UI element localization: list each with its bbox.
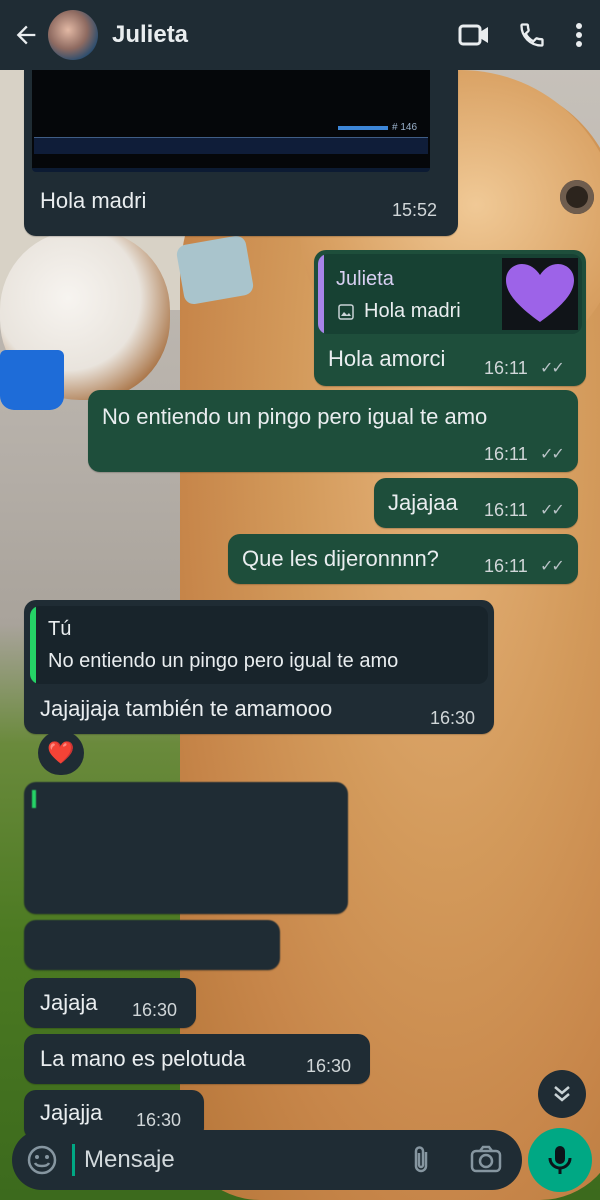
message-time: 16:11 <box>484 358 528 378</box>
back-arrow-icon[interactable] <box>4 0 48 70</box>
emoji-icon[interactable] <box>26 1144 58 1176</box>
quote-accent-bar <box>318 254 324 334</box>
chat-header: Julieta <box>0 0 600 70</box>
more-vert-icon[interactable] <box>574 21 584 49</box>
voice-message-button[interactable] <box>528 1128 592 1192</box>
message-outgoing-reply[interactable]: Julieta Hola madri Hola amorci 16:11 ✓✓ <box>314 250 586 386</box>
image-attachment[interactable]: # 146 <box>32 70 430 172</box>
message-text: No entiendo un pingo pero igual te amo <box>102 404 488 429</box>
quote-accent-bar <box>30 606 36 684</box>
quote-accent-bar <box>32 790 36 808</box>
image-icon <box>338 304 354 320</box>
message-time: 16:30 <box>430 708 476 728</box>
double-check-icon: ✓✓ <box>540 558 565 575</box>
message-text: Jajajja <box>40 1100 103 1125</box>
image-label: # 146 <box>392 122 418 133</box>
scroll-to-bottom-button[interactable] <box>538 1070 586 1118</box>
message-outgoing[interactable]: Que les dijeronnnn? 16:11 ✓✓ <box>228 534 578 584</box>
message-incoming-reply[interactable]: Tú No entiendo un pingo pero igual te am… <box>24 600 494 734</box>
quote-sender: Julieta <box>336 268 394 290</box>
message-time: 16:30 <box>306 1056 352 1076</box>
quote-text: Hola madri <box>364 300 461 322</box>
message-incoming-redacted[interactable] <box>24 782 348 914</box>
message-time: 16:30 <box>132 1000 178 1020</box>
image-progress-bar <box>338 126 388 130</box>
message-incoming-image[interactable]: # 146 Hola madri 15:52 <box>24 70 458 236</box>
message-incoming-redacted[interactable] <box>24 920 280 970</box>
message-text: Jajajaa <box>388 490 458 515</box>
contact-name[interactable]: Julieta <box>112 21 188 49</box>
message-input[interactable]: Mensaje <box>84 1146 175 1174</box>
wallpaper-towel <box>175 234 255 306</box>
message-time: 16:11 <box>484 500 528 520</box>
message-text: La mano es pelotuda <box>40 1046 246 1071</box>
message-text: Que les dijeronnnn? <box>242 546 439 571</box>
header-actions <box>458 0 600 70</box>
heart-reaction[interactable]: ❤️ <box>38 731 84 775</box>
message-time: 15:52 <box>392 200 438 220</box>
attach-icon[interactable] <box>410 1144 434 1176</box>
quote-thumbnail <box>502 258 578 330</box>
message-outgoing[interactable]: Jajajaa 16:11 ✓✓ <box>374 478 578 528</box>
message-text: Jajajjaja también te amamooo <box>40 696 333 721</box>
message-incoming[interactable]: Jajaja 16:30 <box>24 978 196 1028</box>
contact-avatar[interactable] <box>48 10 98 60</box>
purple-heart-icon <box>506 264 574 322</box>
message-incoming[interactable]: La mano es pelotuda 16:30 <box>24 1034 370 1084</box>
message-input-bar[interactable]: Mensaje <box>12 1130 522 1190</box>
image-toolbar <box>34 137 428 154</box>
quote-sender: Tú <box>48 618 72 640</box>
quote-text: No entiendo un pingo pero igual te amo <box>48 650 399 672</box>
double-check-icon: ✓✓ <box>540 502 565 519</box>
message-text: Hola amorci <box>328 346 446 371</box>
double-check-icon: ✓✓ <box>540 360 565 377</box>
message-time: 16:11 <box>484 444 528 464</box>
message-outgoing[interactable]: No entiendo un pingo pero igual te amo 1… <box>88 390 578 472</box>
message-time: 16:30 <box>136 1110 182 1130</box>
message-text: Jajaja <box>40 990 98 1015</box>
message-time: 16:11 <box>484 556 528 576</box>
message-text: Hola madri <box>40 188 147 213</box>
chevron-double-down-icon <box>554 1086 570 1102</box>
quoted-message[interactable]: Tú No entiendo un pingo pero igual te am… <box>30 606 488 684</box>
text-cursor <box>72 1144 75 1176</box>
quoted-message[interactable]: Julieta Hola madri <box>318 254 582 334</box>
double-check-icon: ✓✓ <box>540 446 565 463</box>
camera-icon[interactable] <box>470 1144 502 1174</box>
wallpaper-bowl <box>0 350 64 410</box>
video-call-icon[interactable] <box>458 22 490 48</box>
wallpaper-dog-eye <box>560 180 594 214</box>
heart-icon: ❤️ <box>47 740 75 765</box>
microphone-icon <box>548 1146 572 1174</box>
phone-call-icon[interactable] <box>518 21 546 49</box>
